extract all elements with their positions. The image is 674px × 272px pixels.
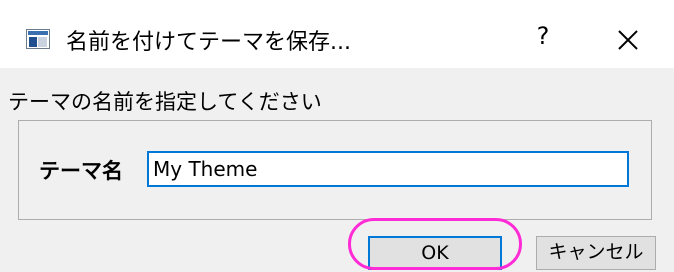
instruction-text: テーマの名前を指定してください <box>8 90 322 114</box>
theme-name-input[interactable] <box>147 151 629 187</box>
title-bar: 名前を付けてテーマを保存... ? <box>0 0 674 68</box>
cancel-button[interactable]: キャンセル <box>536 236 656 270</box>
close-icon[interactable] <box>610 22 646 58</box>
help-button[interactable]: ? <box>528 18 558 54</box>
ok-button[interactable]: OK <box>368 236 502 270</box>
dialog-title: 名前を付けてテーマを保存... <box>66 30 351 55</box>
theme-name-label: テーマ名 <box>39 159 123 183</box>
dialog-body: テーマの名前を指定してください テーマ名 OK キャンセル <box>0 68 674 272</box>
save-theme-dialog: 名前を付けてテーマを保存... ? テーマの名前を指定してください テーマ名 O… <box>0 0 674 272</box>
app-icon <box>26 29 50 49</box>
theme-name-group: テーマ名 <box>18 120 652 220</box>
